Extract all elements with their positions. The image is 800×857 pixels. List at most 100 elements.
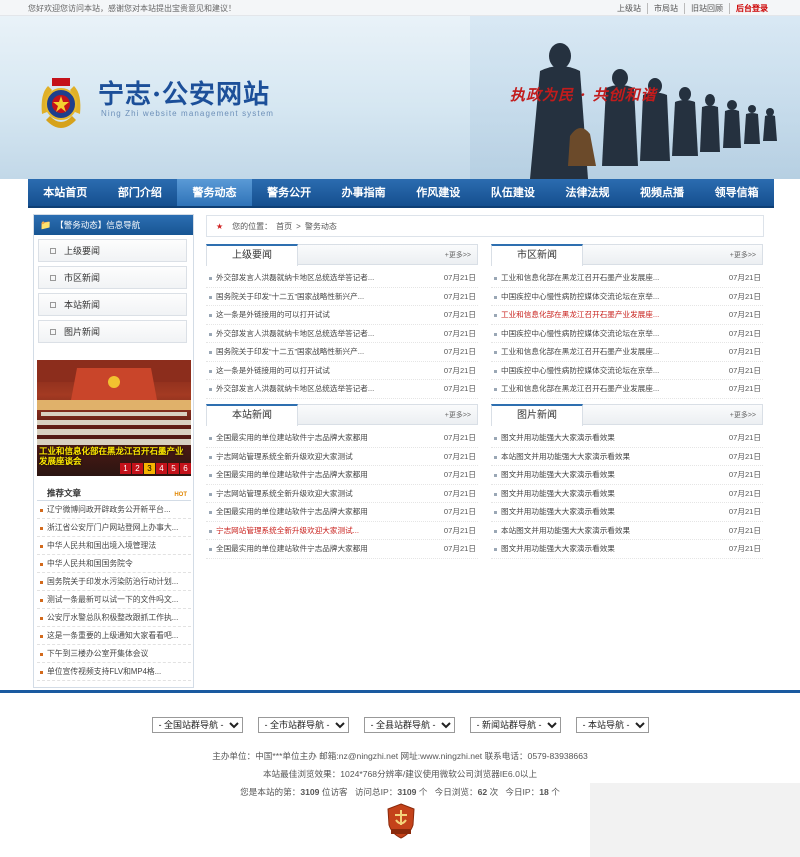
news-title[interactable]: 工业和信息化部在黑龙江召开石墨产业发展座... [501, 343, 691, 361]
recommend-item[interactable]: 单位宣传视频支持FLV和MP4格... [37, 663, 191, 681]
news-row[interactable]: 中国疾控中心慢性病防控媒体交流论坛在京举... 07月21日 [491, 288, 763, 306]
news-title[interactable]: 这一条是外链接用的可以打开试试 [216, 362, 406, 380]
news-row[interactable]: 外交部发言人洪磊就纳卡地区总统选举答记者... 07月21日 [206, 325, 478, 343]
news-title[interactable]: 外交部发言人洪磊就纳卡地区总统选举答记者... [216, 269, 406, 287]
news-row[interactable]: 图文并用功能强大大家演示看效果 07月21日 [491, 466, 763, 485]
nav-item-3[interactable]: 警务公开 [252, 179, 327, 206]
news-row[interactable]: 国务院关于印发“十二五”国家战略性新兴产... 07月21日 [206, 343, 478, 362]
news-title[interactable]: 工业和信息化部在黑龙江召开石墨产业发展座... [501, 380, 691, 398]
more-link[interactable]: +更多>> [730, 410, 756, 420]
recommend-item[interactable]: 公安厅水警总队积极整改跟抓工作执... [37, 609, 191, 627]
sidebar-item-upper[interactable]: 上级要闻 [38, 239, 187, 262]
link-old-site[interactable]: 旧站回顾 [684, 3, 729, 14]
news-row[interactable]: 全国最实用的单位建站软件宁志品牌大家都用 07月21日 [206, 540, 478, 559]
news-row[interactable]: 中国疾控中心慢性病防控媒体交流论坛在京举... 07月21日 [491, 362, 763, 380]
news-row[interactable]: 图文并用功能强大大家演示看效果 07月21日 [491, 485, 763, 503]
news-row[interactable]: 外交部发言人洪磊就纳卡地区总统选举答记者... 07月21日 [206, 380, 478, 399]
news-row[interactable]: 全国最实用的单位建站软件宁志品牌大家都用 07月21日 [206, 466, 478, 485]
news-row[interactable]: 工业和信息化部在黑龙江召开石墨产业发展座... 07月21日 [491, 306, 763, 325]
county-nav-select[interactable]: - 全县站群导航 - [363, 717, 455, 733]
news-title[interactable]: 本站图文并用功能强大大家演示看效果 [501, 522, 691, 540]
news-title[interactable]: 国务院关于印发“十二五”国家战略性新兴产... [216, 343, 406, 361]
news-row[interactable]: 这一条是外链接用的可以打开试试 07月21日 [206, 362, 478, 380]
more-link[interactable]: +更多>> [445, 250, 471, 260]
recommend-item[interactable]: 浙江省公安厅门户网站登网上办事大... [37, 519, 191, 537]
more-link[interactable]: +更多>> [445, 410, 471, 420]
recommend-item[interactable]: 测试一条最新可以试一下的文件吗文... [37, 591, 191, 609]
sidebar-item-local[interactable]: 本站新闻 [38, 293, 187, 316]
news-title[interactable]: 工业和信息化部在黑龙江召开石墨产业发展座... [501, 306, 691, 324]
news-title[interactable]: 图文并用功能强大大家演示看效果 [501, 466, 691, 484]
news-row[interactable]: 全国最实用的单位建站软件宁志品牌大家都用 07月21日 [206, 429, 478, 448]
news-title[interactable]: 图文并用功能强大大家演示看效果 [501, 485, 691, 503]
link-city-site[interactable]: 市局站 [647, 3, 684, 14]
news-row[interactable]: 这一条是外链接用的可以打开试试 07月21日 [206, 306, 478, 325]
news-row[interactable]: 本站图文并用功能强大大家演示看效果 07月21日 [491, 522, 763, 540]
news-title[interactable]: 全国最实用的单位建站软件宁志品牌大家都用 [216, 466, 406, 484]
admin-login-link[interactable]: 后台登录 [729, 3, 774, 14]
more-link[interactable]: +更多>> [730, 250, 756, 260]
news-row[interactable]: 图文并用功能强大大家演示看效果 07月21日 [491, 540, 763, 559]
news-row[interactable]: 图文并用功能强大大家演示看效果 07月21日 [491, 429, 763, 448]
news-title[interactable]: 图文并用功能强大大家演示看效果 [501, 540, 691, 558]
sidebar-item-photo[interactable]: 图片新闻 [38, 320, 187, 343]
news-title[interactable]: 宁志网站管理系统全新升级欢迎大家测试 [216, 448, 406, 466]
recommend-item[interactable]: 中华人民共和国出境入境管理法 [37, 537, 191, 555]
news-title[interactable]: 全国最实用的单位建站软件宁志品牌大家都用 [216, 540, 406, 558]
nav-item-9[interactable]: 领导信箱 [699, 179, 774, 206]
news-title[interactable]: 图文并用功能强大大家演示看效果 [501, 429, 691, 447]
news-title[interactable]: 全国最实用的单位建站软件宁志品牌大家都用 [216, 503, 406, 521]
news-title[interactable]: 宁志网站管理系统全新升级欢迎大家测试 [216, 485, 406, 503]
link-upper-site[interactable]: 上级站 [611, 3, 647, 14]
news-nav-select[interactable]: - 新闻站群导航 - [469, 717, 561, 733]
news-title[interactable]: 工业和信息化部在黑龙江召开石墨产业发展座... [501, 269, 691, 287]
slide-page-button[interactable]: 6 [180, 463, 191, 474]
news-title[interactable]: 中国疾控中心慢性病防控媒体交流论坛在京举... [501, 362, 691, 380]
news-title[interactable]: 宁志网站管理系统全新升级欢迎大家测试... [216, 522, 406, 540]
national-nav-select[interactable]: - 全国站群导航 - [151, 717, 243, 733]
nav-item-4[interactable]: 办事指南 [326, 179, 401, 206]
recommend-item[interactable]: 下午到三楼办公室开集体会议 [37, 645, 191, 663]
news-title[interactable]: 图文并用功能强大大家演示看效果 [501, 503, 691, 521]
news-row[interactable]: 工业和信息化部在黑龙江召开石墨产业发展座... 07月21日 [491, 343, 763, 362]
recommend-item[interactable]: 中华人民共和国国务院令 [37, 555, 191, 573]
news-row[interactable]: 工业和信息化部在黑龙江召开石墨产业发展座... 07月21日 [491, 380, 763, 399]
slide-page-button[interactable]: 2 [132, 463, 143, 474]
news-row[interactable]: 工业和信息化部在黑龙江召开石墨产业发展座... 07月21日 [491, 269, 763, 288]
nav-item-5[interactable]: 作风建设 [401, 179, 476, 206]
nav-item-0[interactable]: 本站首页 [28, 179, 103, 206]
news-title[interactable]: 这一条是外链接用的可以打开试试 [216, 306, 406, 324]
news-row[interactable]: 宁志网站管理系统全新升级欢迎大家测试 07月21日 [206, 448, 478, 466]
news-row[interactable]: 全国最实用的单位建站软件宁志品牌大家都用 07月21日 [206, 503, 478, 522]
nav-item-6[interactable]: 队伍建设 [476, 179, 551, 206]
site-nav-select[interactable]: - 本站导航 - [575, 717, 649, 733]
news-row[interactable]: 图文并用功能强大大家演示看效果 07月21日 [491, 503, 763, 522]
news-title[interactable]: 国务院关于印发“十二五”国家战略性新兴产... [216, 288, 406, 306]
news-title[interactable]: 外交部发言人洪磊就纳卡地区总统选举答记者... [216, 325, 406, 343]
nav-item-8[interactable]: 视频点播 [625, 179, 700, 206]
slide-page-button[interactable]: 3 [144, 463, 155, 474]
breadcrumb-home[interactable]: 首页 [276, 216, 292, 237]
news-title[interactable]: 外交部发言人洪磊就纳卡地区总统选举答记者... [216, 380, 406, 398]
nav-item-1[interactable]: 部门介绍 [103, 179, 178, 206]
photo-slideshow[interactable]: 工业和信息化部在黑龙江召开石墨产业发展座谈会 123456 [37, 360, 191, 476]
news-title[interactable]: 本站图文并用功能强大大家演示看效果 [501, 448, 691, 466]
slide-page-button[interactable]: 1 [120, 463, 131, 474]
news-row[interactable]: 本站图文并用功能强大大家演示看效果 07月21日 [491, 448, 763, 466]
nav-item-7[interactable]: 法律法规 [550, 179, 625, 206]
recommend-item[interactable]: 这是一条重要的上级通知大家看看吧... [37, 627, 191, 645]
news-title[interactable]: 全国最实用的单位建站软件宁志品牌大家都用 [216, 429, 406, 447]
recommend-item[interactable]: 国务院关于印发水污染防治行动计划... [37, 573, 191, 591]
city-nav-select[interactable]: - 全市站群导航 - [257, 717, 349, 733]
slide-page-button[interactable]: 5 [168, 463, 179, 474]
news-row[interactable]: 中国疾控中心慢性病防控媒体交流论坛在京举... 07月21日 [491, 325, 763, 343]
news-row[interactable]: 宁志网站管理系统全新升级欢迎大家测试 07月21日 [206, 485, 478, 503]
news-row[interactable]: 宁志网站管理系统全新升级欢迎大家测试... 07月21日 [206, 522, 478, 540]
recommend-item[interactable]: 辽宁微博问政开辟政务公开新平台... [37, 501, 191, 519]
news-title[interactable]: 中国疾控中心慢性病防控媒体交流论坛在京举... [501, 288, 691, 306]
news-row[interactable]: 国务院关于印发“十二五”国家战略性新兴产... 07月21日 [206, 288, 478, 306]
sidebar-item-city[interactable]: 市区新闻 [38, 266, 187, 289]
news-row[interactable]: 外交部发言人洪磊就纳卡地区总统选举答记者... 07月21日 [206, 269, 478, 288]
slide-page-button[interactable]: 4 [156, 463, 167, 474]
nav-item-2[interactable]: 警务动态 [177, 179, 252, 206]
